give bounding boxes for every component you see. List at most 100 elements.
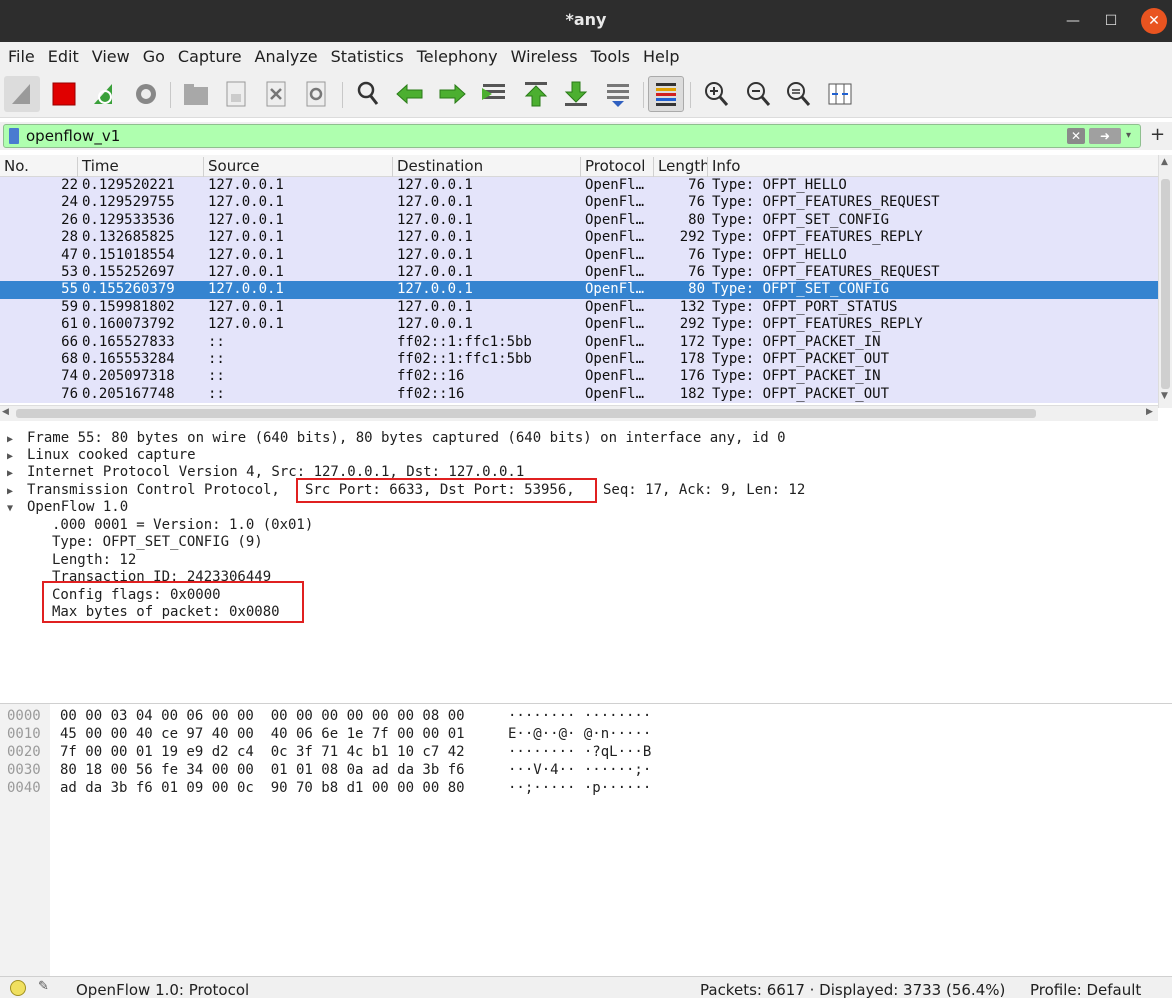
- maximize-icon[interactable]: ☐: [1098, 8, 1124, 34]
- cell-dst: ff02::1:ffc1:5bb: [397, 351, 532, 367]
- byte-hex[interactable]: 00 00 03 04 00 06 00 00 00 00 00 00 00 0…: [60, 707, 465, 725]
- cell-proto: OpenFl…: [585, 264, 645, 280]
- byte-ascii[interactable]: ··;····· ·p······: [508, 779, 651, 797]
- resize-columns-icon[interactable]: [822, 76, 858, 112]
- detail-frame[interactable]: Frame 55: 80 bytes on wire (640 bits), 8…: [27, 430, 786, 447]
- byte-ascii[interactable]: E··@··@· @·n·····: [508, 725, 651, 743]
- table-row[interactable]: 59 0.159981802 127.0.0.1 127.0.0.1 OpenFl… 13…: [0, 298, 1158, 317]
- menu-tools[interactable]: Tools: [583, 47, 635, 66]
- menu-edit[interactable]: Edit: [40, 47, 84, 66]
- go-back-icon[interactable]: [392, 76, 428, 112]
- menu-file[interactable]: File: [0, 47, 40, 66]
- table-row[interactable]: 66 0.165527833:: ff02::1:ffc1:5bb OpenFl… 17…: [0, 333, 1158, 351]
- table-row[interactable]: 76 0.205167748:: ff02::16 OpenFl… 182 Type: O…: [0, 385, 1158, 404]
- byte-ascii[interactable]: ···V·4·· ······;·: [508, 761, 651, 779]
- display-filter-text[interactable]: openflow_v1: [26, 127, 120, 145]
- cell-time: 0.205167748: [82, 385, 175, 402]
- byte-ascii[interactable]: ········ ·?qL···B: [508, 743, 651, 761]
- zoom-out-icon[interactable]: [740, 76, 776, 112]
- detail-of-type[interactable]: Type: OFPT_SET_CONFIG (9): [52, 534, 263, 551]
- table-row[interactable]: 53 0.155252697 127.0.0.1 127.0.0.1 OpenFl… 76…: [0, 264, 1158, 282]
- byte-offset[interactable]: 0000: [7, 707, 41, 725]
- packet-details: ▶ Frame 55: 80 bytes on wire (640 bits),…: [0, 426, 1172, 698]
- find-packet-icon[interactable]: [350, 76, 386, 112]
- close-icon[interactable]: ✕: [1141, 8, 1167, 34]
- normal-size-icon[interactable]: [780, 76, 816, 112]
- table-row[interactable]: 61 0.160073792 127.0.0.1 127.0.0.1 OpenFl… 29…: [0, 316, 1158, 334]
- col-protocol[interactable]: Protocol: [580, 157, 645, 177]
- col-no[interactable]: No.: [0, 157, 29, 177]
- menu-capture[interactable]: Capture: [170, 47, 247, 66]
- byte-offset[interactable]: 0030: [7, 761, 41, 779]
- add-filter-button-icon[interactable]: +: [1150, 124, 1165, 145]
- first-packet-icon[interactable]: [518, 76, 554, 112]
- byte-ascii[interactable]: ········ ········: [508, 707, 651, 725]
- byte-offset[interactable]: 0040: [7, 779, 41, 797]
- apply-filter-icon[interactable]: ➜: [1089, 128, 1121, 144]
- byte-hex[interactable]: 7f 00 00 01 19 e9 d2 c4 0c 3f 71 4c b1 1…: [60, 743, 465, 761]
- byte-hex[interactable]: 45 00 00 40 ce 97 40 00 40 06 6e 1e 7f 0…: [60, 725, 465, 743]
- table-row[interactable]: 26 0.129533536 127.0.0.1 127.0.0.1 OpenFl… 80…: [0, 211, 1158, 230]
- close-file-icon[interactable]: [258, 76, 294, 112]
- col-time[interactable]: Time: [77, 157, 119, 177]
- cell-dst: 127.0.0.1: [397, 194, 473, 211]
- go-to-packet-icon[interactable]: [476, 76, 512, 112]
- col-info[interactable]: Info: [707, 157, 740, 177]
- bookmark-icon[interactable]: [9, 128, 19, 144]
- table-row[interactable]: 22 0.129520221 127.0.0.1 127.0.0.1 OpenFl… 76…: [0, 177, 1158, 195]
- col-length[interactable]: Length: [653, 157, 707, 177]
- cell-len: 80: [688, 211, 705, 228]
- expand-arrow-icon[interactable]: ▶: [7, 486, 13, 497]
- shark-fin-start-icon[interactable]: [4, 76, 40, 112]
- packet-list-hscroll[interactable]: ◀ ▶: [0, 405, 1158, 421]
- menu-telephony[interactable]: Telephony: [409, 47, 503, 66]
- menu-analyze[interactable]: Analyze: [247, 47, 323, 66]
- colorize-icon[interactable]: [648, 76, 684, 112]
- detail-tcp-seq[interactable]: Seq: 17, Ack: 9, Len: 12: [603, 482, 805, 499]
- col-destination[interactable]: Destination: [392, 157, 483, 177]
- expand-arrow-icon[interactable]: ▶: [7, 434, 13, 445]
- minimize-icon[interactable]: —: [1060, 8, 1086, 34]
- stop-capture-icon[interactable]: [46, 76, 82, 112]
- expand-arrow-icon[interactable]: ▶: [7, 468, 13, 479]
- edit-comment-icon[interactable]: ✎: [38, 979, 49, 994]
- table-row[interactable]: 55 0.155260379 127.0.0.1 127.0.0.1 OpenFl… 80…: [0, 281, 1158, 299]
- byte-hex[interactable]: ad da 3b f6 01 09 00 0c 90 70 b8 d1 00 0…: [60, 779, 465, 797]
- collapse-arrow-icon[interactable]: ▼: [7, 503, 13, 514]
- table-row[interactable]: 28 0.132685825 127.0.0.1 127.0.0.1 OpenFl… 29…: [0, 229, 1158, 247]
- detail-tcp[interactable]: Transmission Control Protocol,: [27, 482, 280, 499]
- menu-go[interactable]: Go: [135, 47, 170, 66]
- expert-info-icon[interactable]: [10, 980, 26, 996]
- table-row[interactable]: 24 0.129529755 127.0.0.1 127.0.0.1 OpenFl… 76…: [0, 194, 1158, 212]
- expand-arrow-icon[interactable]: ▶: [7, 451, 13, 462]
- table-row[interactable]: 74 0.205097318:: ff02::16 OpenFl… 176 Type: O…: [0, 368, 1158, 386]
- go-forward-icon[interactable]: [434, 76, 470, 112]
- packet-list-vscroll[interactable]: ▲ ▼: [1158, 155, 1172, 408]
- menu-help[interactable]: Help: [635, 47, 684, 66]
- restart-capture-icon[interactable]: [86, 76, 122, 112]
- menu-statistics[interactable]: Statistics: [323, 47, 409, 66]
- open-file-icon[interactable]: [178, 76, 214, 112]
- table-row[interactable]: 68 0.165553284:: ff02::1:ffc1:5bb OpenFl… 17…: [0, 351, 1158, 369]
- detail-of-version[interactable]: .000 0001 = Version: 1.0 (0x01): [52, 517, 313, 534]
- reload-file-icon[interactable]: [298, 76, 334, 112]
- byte-hex[interactable]: 80 18 00 56 fe 34 00 00 01 01 08 0a ad d…: [60, 761, 465, 779]
- last-packet-icon[interactable]: [558, 76, 594, 112]
- byte-offset[interactable]: 0010: [7, 725, 41, 743]
- menu-wireless[interactable]: Wireless: [503, 47, 583, 66]
- save-file-icon[interactable]: [218, 76, 254, 112]
- table-row[interactable]: 47 0.151018554 127.0.0.1 127.0.0.1 OpenFl… 76…: [0, 246, 1158, 264]
- col-source[interactable]: Source: [203, 157, 260, 177]
- autoscroll-icon[interactable]: [600, 76, 636, 112]
- status-profile[interactable]: Profile: Default: [1030, 981, 1141, 999]
- capture-options-icon[interactable]: [128, 76, 164, 112]
- menu-view[interactable]: View: [84, 47, 135, 66]
- clear-filter-icon[interactable]: ✕: [1067, 128, 1085, 144]
- display-filter-input[interactable]: openflow_v1 ✕ ➜ ▾: [3, 124, 1141, 148]
- byte-offset[interactable]: 0020: [7, 743, 41, 761]
- detail-openflow[interactable]: OpenFlow 1.0: [27, 499, 128, 516]
- detail-linux-cooked[interactable]: Linux cooked capture: [27, 447, 196, 464]
- zoom-in-icon[interactable]: [698, 76, 734, 112]
- filter-history-icon[interactable]: ▾: [1126, 127, 1138, 145]
- detail-of-length[interactable]: Length: 12: [52, 552, 136, 569]
